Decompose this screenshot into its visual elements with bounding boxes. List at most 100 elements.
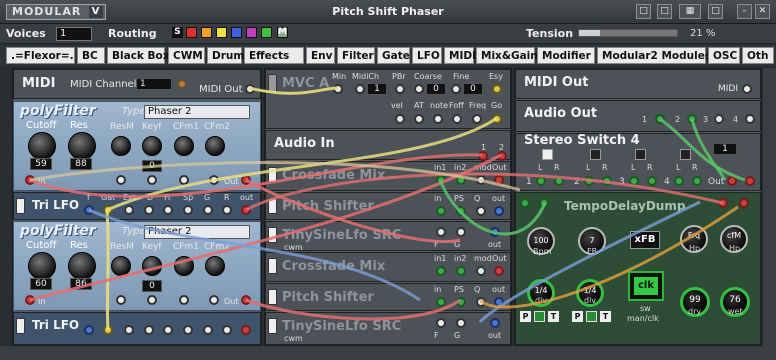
pitch2-handle[interactable] (268, 289, 277, 305)
polyfilter-1-keyf-knob[interactable] (142, 136, 162, 156)
polyfilter-2-out-jack[interactable] (241, 295, 251, 305)
polyfilter-2-keyf-jack[interactable] (147, 295, 157, 305)
tri-lfo-2-d-jack[interactable] (144, 325, 154, 335)
stereo-2-l-jack[interactable] (584, 176, 594, 186)
polyfilter-2-cutoff-knob[interactable] (28, 252, 56, 280)
tempo-div2-t-button[interactable]: T (600, 311, 611, 322)
polyfilter-2-in-jack[interactable] (25, 295, 35, 305)
polyfilter-1-cutoff-knob[interactable] (28, 132, 56, 160)
routing-swatch-orange[interactable] (201, 27, 212, 38)
tiny1-g-jack[interactable] (456, 227, 466, 237)
pitch2-ps-jack[interactable] (456, 297, 466, 307)
tab-osc[interactable]: OSC (708, 47, 740, 64)
mvca-coarse-value[interactable]: 0 (426, 83, 446, 95)
vertical-scrollbar[interactable] (763, 68, 776, 346)
mvca-esy-jack[interactable] (492, 84, 502, 94)
tri-lfo-2-gat-jack[interactable] (103, 325, 113, 335)
close-icon[interactable]: ✕ (755, 4, 770, 19)
mvca-handle[interactable] (268, 74, 277, 94)
tri-lfo-1-ext-jack[interactable] (124, 205, 134, 215)
mvca-fine-value[interactable]: 0 (463, 83, 483, 95)
open-icon[interactable]: □ (708, 4, 723, 19)
tri-lfo-1-handle[interactable] (16, 198, 25, 214)
tension-slider[interactable] (578, 29, 678, 37)
stereo-out-r-jack[interactable] (745, 176, 755, 186)
midi-out-jack[interactable] (245, 84, 255, 94)
keyboard-icon[interactable]: ▦ (679, 4, 701, 19)
save-icon[interactable]: □ (636, 4, 651, 19)
pitch2-out-jack[interactable] (494, 297, 504, 307)
stereo-select-2-button[interactable] (590, 149, 601, 160)
tempo-delay-out-l-jack[interactable] (718, 198, 728, 208)
polyfilter-1-in-jack[interactable] (25, 175, 35, 185)
polyfilter-2-keyf-knob[interactable] (142, 256, 162, 276)
polyfilter-1-resm-jack[interactable] (116, 175, 126, 185)
polyfilter-1-resm-knob[interactable] (111, 136, 131, 156)
routing-m-button[interactable]: M (277, 27, 288, 38)
tiny2-handle[interactable] (268, 318, 277, 334)
routing-swatch-magenta[interactable] (246, 27, 257, 38)
pitch1-q-jack[interactable] (476, 206, 486, 216)
routing-swatch-yellow[interactable] (216, 27, 227, 38)
polyfilter-1-out-jack[interactable] (241, 175, 251, 185)
tiny1-handle[interactable] (268, 227, 277, 243)
polyfilter-1-cfm2-jack[interactable] (209, 175, 219, 185)
stereo-1-l-jack[interactable] (536, 176, 546, 186)
tempo-clk-button[interactable]: clk (628, 271, 664, 301)
tempo-div1-toggle[interactable] (534, 311, 545, 322)
tempo-xfb-button[interactable]: xFB (630, 231, 660, 249)
tempo-div1-p-button[interactable]: P (520, 311, 531, 322)
tiny2-g-jack[interactable] (456, 318, 466, 328)
tempo-delay-out-r-jack[interactable] (739, 198, 749, 208)
minimize-icon[interactable]: – (737, 4, 752, 19)
tri-lfo-1-f-jack[interactable] (84, 205, 94, 215)
mvca-pbr-jack[interactable] (395, 84, 405, 94)
tab-bc[interactable]: BC (77, 47, 105, 64)
voices-field[interactable]: 1 (56, 27, 92, 41)
tab-gate[interactable]: Gate (377, 47, 410, 64)
mvca-freq-jack[interactable] (472, 114, 482, 124)
tri-lfo-2-handle[interactable] (16, 318, 25, 334)
polyfilter-2-cfm1-jack[interactable] (179, 295, 189, 305)
stereo-1-r-jack[interactable] (554, 176, 564, 186)
pitch1-handle[interactable] (268, 198, 277, 214)
stereo-4-r-jack[interactable] (692, 176, 702, 186)
mvca-midich-value[interactable]: 1 (367, 83, 387, 95)
pitch1-out-jack[interactable] (494, 206, 504, 216)
tri-lfo-1-r-jack[interactable] (222, 205, 232, 215)
audio-out-2-jack[interactable] (687, 114, 697, 124)
routing-s-button[interactable]: S (172, 27, 183, 38)
polyfilter-2-cfm1-knob[interactable] (174, 256, 194, 276)
routing-swatch-blue[interactable] (231, 27, 242, 38)
tab-env[interactable]: Env (306, 47, 335, 64)
polyfilter-1-cfm1-knob[interactable] (174, 136, 194, 156)
pitch2-q-jack[interactable] (476, 297, 486, 307)
crossfade2-in2-jack[interactable] (456, 266, 466, 276)
tab-effects[interactable]: Effects (244, 47, 304, 64)
polyfilter-1-cfm2-knob[interactable] (205, 136, 225, 156)
stereo-3-r-jack[interactable] (647, 176, 657, 186)
mvca-midich-jack[interactable] (355, 84, 365, 94)
tri-lfo-1-sp-jack[interactable] (183, 205, 193, 215)
mvca-at-jack[interactable] (414, 114, 424, 124)
tab-mix-gain[interactable]: Mix&Gain (476, 47, 538, 64)
pitch2-in-jack[interactable] (436, 297, 446, 307)
tab-midi[interactable]: MIDI (444, 47, 476, 64)
tab-flexor[interactable]: .=Flexor=. (6, 47, 75, 64)
stereo-4-l-jack[interactable] (674, 176, 684, 186)
tab-modifier[interactable]: Modifier (537, 47, 595, 64)
polyfilter-2-type-select[interactable]: Phaser 2 (144, 225, 250, 239)
polyfilter-2-res-knob[interactable] (68, 252, 96, 280)
mvca-fine-jack[interactable] (451, 84, 461, 94)
horizontal-scrollbar[interactable] (0, 346, 776, 360)
tri-lfo-2-ext-jack[interactable] (124, 325, 134, 335)
routing-swatch-green[interactable] (261, 27, 272, 38)
tab-lfo[interactable]: LFO (412, 47, 442, 64)
tri-lfo-1-g-jack[interactable] (203, 205, 213, 215)
audio-in-1-jack[interactable] (478, 151, 488, 161)
tri-lfo-2-fi-jack[interactable] (163, 325, 173, 335)
tempo-delay-in-r-jack[interactable] (539, 198, 549, 208)
mvca-note-jack[interactable] (433, 114, 443, 124)
polyfilter-2-cfm2-knob[interactable] (205, 256, 225, 276)
polyfilter-2-resm-jack[interactable] (116, 295, 126, 305)
